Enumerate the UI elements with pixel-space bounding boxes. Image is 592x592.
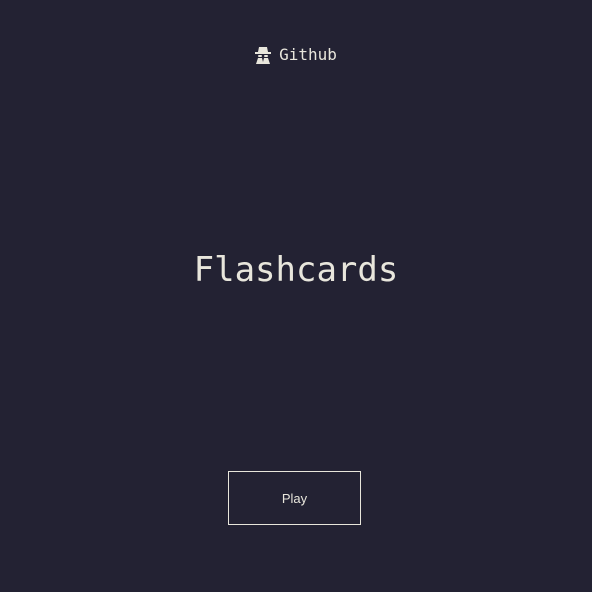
spy-icon (255, 46, 272, 64)
page-title: Flashcards (193, 250, 399, 290)
play-button[interactable]: Play (228, 471, 361, 525)
github-link[interactable]: Github (0, 45, 592, 64)
github-label: Github (279, 45, 337, 64)
